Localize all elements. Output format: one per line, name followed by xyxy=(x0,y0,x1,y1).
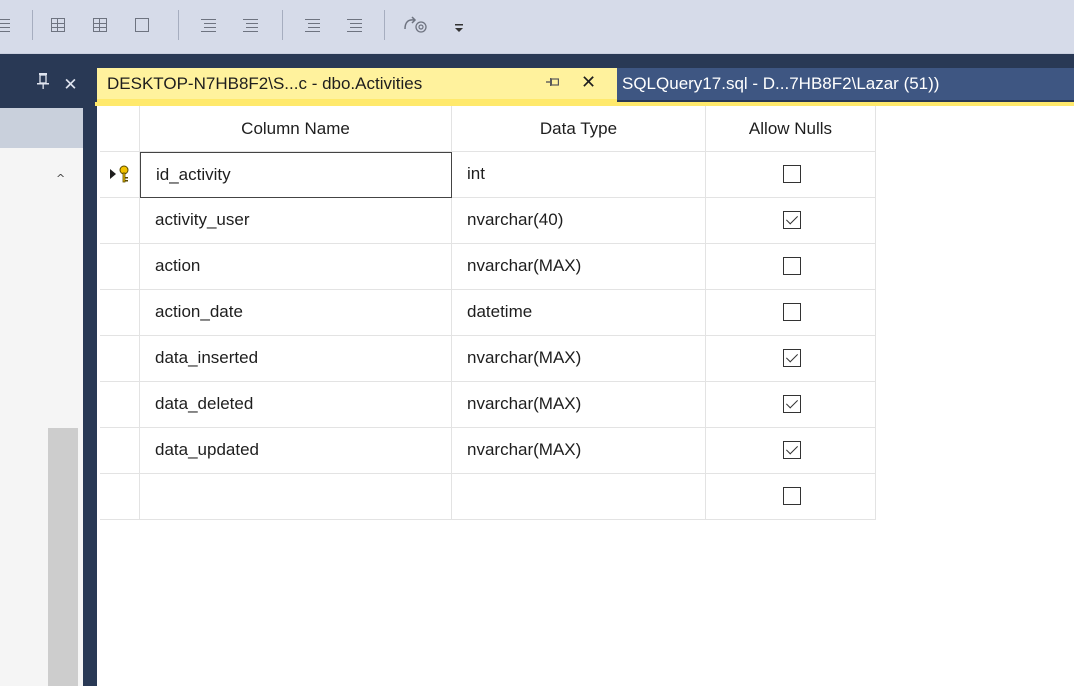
set-primary-key-icon[interactable] xyxy=(0,15,14,37)
uncomment-icon[interactable] xyxy=(240,15,262,37)
pin-icon[interactable] xyxy=(36,73,55,95)
close-tab-icon[interactable]: ✕ xyxy=(581,72,596,93)
column-name-cell[interactable]: data_deleted xyxy=(140,382,452,428)
toolbar-separator xyxy=(178,10,179,40)
scroll-up-arrow-icon[interactable]: ^ xyxy=(56,173,66,184)
allow-nulls-header: Allow Nulls xyxy=(706,106,876,152)
column-name-header: Column Name xyxy=(140,106,452,152)
snippet-glyph xyxy=(404,16,427,33)
panel-header xyxy=(0,108,83,148)
pin-tab-icon[interactable] xyxy=(545,74,561,94)
insert-snippet-icon[interactable] xyxy=(402,15,427,37)
decrease-indent-icon[interactable] xyxy=(302,15,324,37)
allow-nulls-checkbox[interactable] xyxy=(783,257,801,275)
comment-icon[interactable] xyxy=(198,15,220,37)
increase-indent-icon[interactable] xyxy=(344,15,366,37)
allow-nulls-checkbox[interactable] xyxy=(783,395,801,413)
allow-nulls-checkbox[interactable] xyxy=(783,441,801,459)
row-selector[interactable] xyxy=(100,428,140,474)
column-name-cell[interactable]: action_date xyxy=(140,290,452,336)
tab-title: DESKTOP-N7HB8F2\S...c - dbo.Activities xyxy=(107,74,423,93)
toolbar-options-icon[interactable] xyxy=(452,18,466,34)
row-selector[interactable] xyxy=(100,198,140,244)
row-selector[interactable] xyxy=(100,244,140,290)
allow-nulls-checkbox[interactable] xyxy=(783,349,801,367)
allow-nulls-cell xyxy=(706,198,876,244)
data-type-cell[interactable]: nvarchar(MAX) xyxy=(452,336,706,382)
tab-dbo-activities[interactable]: DESKTOP-N7HB8F2\S...c - dbo.Activities ✕ xyxy=(97,68,617,102)
row-selector[interactable] xyxy=(100,382,140,428)
column-name-cell[interactable]: action xyxy=(140,244,452,290)
column-name-cell[interactable] xyxy=(140,474,452,520)
row-selector[interactable] xyxy=(100,474,140,520)
allow-nulls-cell xyxy=(706,290,876,336)
row-selector[interactable] xyxy=(100,290,140,336)
relationships-icon[interactable] xyxy=(48,15,70,37)
allow-nulls-cell xyxy=(706,152,876,198)
scrollbar-thumb[interactable] xyxy=(48,428,78,686)
column-name-cell[interactable]: data_inserted xyxy=(140,336,452,382)
manage-fulltext-icon[interactable] xyxy=(132,15,154,37)
row-selector[interactable] xyxy=(100,336,140,382)
allow-nulls-cell xyxy=(706,382,876,428)
allow-nulls-checkbox[interactable] xyxy=(783,303,801,321)
row-selector-header xyxy=(100,106,140,152)
toolbar-separator xyxy=(282,10,283,40)
data-type-cell[interactable]: int xyxy=(452,152,706,198)
tool-window-controls: ✕ xyxy=(36,72,86,95)
allow-nulls-cell xyxy=(706,336,876,382)
allow-nulls-checkbox[interactable] xyxy=(783,487,801,505)
allow-nulls-cell xyxy=(706,428,876,474)
chevron-down-icon xyxy=(455,24,463,32)
column-name-cell[interactable]: id_activity xyxy=(140,152,452,198)
manage-indexes-icon[interactable] xyxy=(90,15,112,37)
allow-nulls-cell xyxy=(706,474,876,520)
toolbar-separator xyxy=(32,10,33,40)
toolbar-separator xyxy=(384,10,385,40)
allow-nulls-checkbox[interactable] xyxy=(783,165,801,183)
data-type-cell[interactable]: datetime xyxy=(452,290,706,336)
data-type-cell[interactable]: nvarchar(MAX) xyxy=(452,428,706,474)
designer-toolbar xyxy=(0,0,1074,54)
allow-nulls-cell xyxy=(706,244,876,290)
primary-key-icon xyxy=(110,165,129,183)
row-selector[interactable] xyxy=(100,152,140,198)
column-name-cell[interactable]: data_updated xyxy=(140,428,452,474)
data-type-header: Data Type xyxy=(452,106,706,152)
column-name-cell[interactable]: activity_user xyxy=(140,198,452,244)
data-type-cell[interactable]: nvarchar(MAX) xyxy=(452,244,706,290)
close-icon[interactable]: ✕ xyxy=(63,75,77,95)
tab-sqlquery17[interactable]: SQLQuery17.sql - D...7HB8F2\Lazar (51)) xyxy=(617,68,1074,100)
tab-title: SQLQuery17.sql - D...7HB8F2\Lazar (51)) xyxy=(622,74,940,93)
allow-nulls-checkbox[interactable] xyxy=(783,211,801,229)
data-type-cell[interactable]: nvarchar(MAX) xyxy=(452,382,706,428)
data-type-cell[interactable]: nvarchar(40) xyxy=(452,198,706,244)
data-type-cell[interactable] xyxy=(452,474,706,520)
grid-border xyxy=(95,106,97,686)
